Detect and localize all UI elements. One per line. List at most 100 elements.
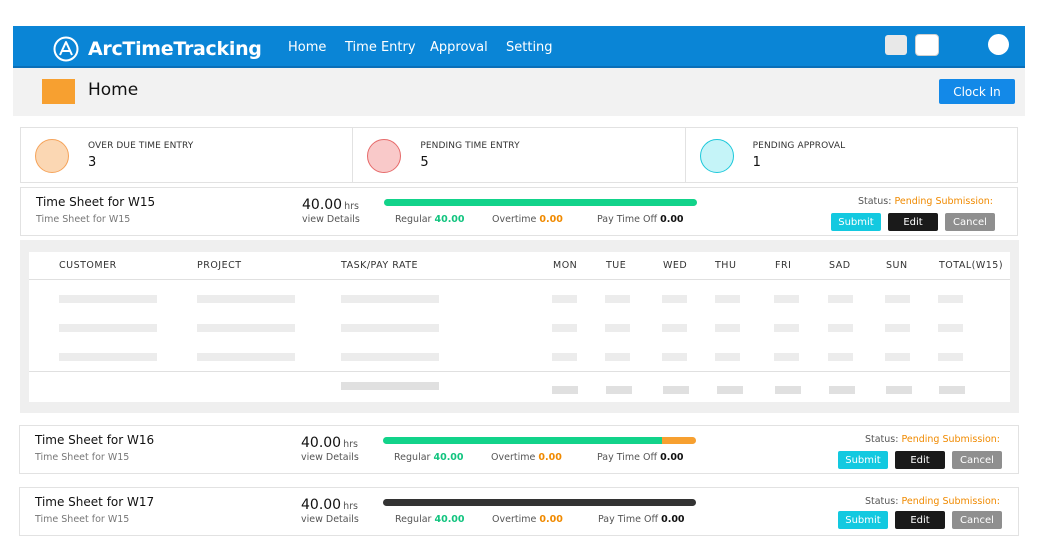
arc-logo-icon[interactable] — [53, 36, 79, 62]
edit-button[interactable]: Edit — [895, 511, 945, 529]
timesheet-title: Time Sheet for W16 — [35, 433, 155, 447]
skeleton-cell — [938, 324, 963, 332]
skeleton-cell — [885, 324, 910, 332]
brand-name[interactable]: ArcTimeTracking — [88, 38, 262, 60]
skeleton-cell — [197, 295, 295, 303]
skeleton-total-cell — [717, 386, 743, 394]
home-icon — [42, 79, 75, 104]
stat-overdue-time-entry[interactable]: OVER DUE TIME ENTRY 3 — [21, 128, 354, 182]
skeleton-total-cell — [552, 386, 578, 394]
column-header-thu: THU — [715, 260, 737, 271]
skeleton-cell — [774, 295, 799, 303]
skeleton-cell — [774, 324, 799, 332]
skeleton-cell — [715, 353, 740, 361]
skeleton-cell — [341, 353, 439, 361]
notification-button[interactable] — [885, 35, 907, 55]
stat-value: 3 — [88, 155, 97, 170]
status-text: Status: Pending Submission: — [864, 434, 1000, 445]
timesheet-hours: 40.00 hrs — [301, 435, 358, 451]
skeleton-cell — [938, 295, 963, 303]
skeleton-cell — [885, 353, 910, 361]
column-header-project: PROJECT — [197, 260, 242, 271]
timesheet-hours: 40.00 hrs — [301, 497, 358, 513]
skeleton-cell — [938, 353, 963, 361]
skeleton-cell — [59, 295, 157, 303]
skeleton-cell — [662, 324, 687, 332]
timesheet-hours: 40.00 hrs — [302, 197, 359, 213]
overtime-hours: Overtime 0.00 — [491, 452, 562, 463]
column-header-tue: TUE — [606, 260, 627, 271]
timesheet-title: Time Sheet for W15 — [36, 195, 156, 209]
skeleton-cell — [662, 353, 687, 361]
skeleton-cell — [715, 324, 740, 332]
pto-hours: Pay Time Off 0.00 — [597, 452, 684, 463]
column-header-wed: WED — [663, 260, 688, 271]
column-header-mon: MON — [553, 260, 578, 271]
skeleton-cell — [885, 295, 910, 303]
nav-home[interactable]: Home — [288, 40, 326, 55]
clock-in-button[interactable]: Clock In — [939, 79, 1015, 104]
timesheet-card-w15: Time Sheet for W15 Time Sheet for W15 40… — [20, 187, 1018, 236]
submit-button[interactable]: Submit — [838, 511, 888, 529]
column-header-fri: FRI — [775, 260, 792, 271]
view-details-link[interactable]: view Details — [302, 214, 360, 225]
hours-progress-bar — [384, 199, 697, 206]
skeleton-cell — [59, 353, 157, 361]
stat-label: PENDING APPROVAL — [752, 141, 846, 151]
edit-button[interactable]: Edit — [888, 213, 938, 231]
pto-hours: Pay Time Off 0.00 — [598, 514, 685, 525]
status-text: Status: Pending Submission: — [857, 196, 993, 207]
stat-label: PENDING TIME ENTRY — [420, 141, 520, 151]
skeleton-cell — [715, 295, 740, 303]
view-details-link[interactable]: view Details — [301, 514, 359, 525]
skeleton-cell — [552, 295, 577, 303]
skeleton-cell — [605, 353, 630, 361]
total-divider — [29, 371, 1010, 372]
cancel-button[interactable]: Cancel — [952, 511, 1002, 529]
skeleton-cell — [605, 295, 630, 303]
submit-button[interactable]: Submit — [831, 213, 881, 231]
skeleton-cell — [341, 324, 439, 332]
skeleton-total-cell — [886, 386, 912, 394]
column-header-total: TOTAL(W15) — [939, 260, 1004, 271]
timesheet-table: CUSTOMER PROJECT TASK/PAY RATE MON TUE W… — [29, 252, 1010, 402]
hours-progress-bar — [383, 499, 696, 506]
stat-value: 5 — [420, 155, 429, 170]
cancel-button[interactable]: Cancel — [945, 213, 995, 231]
view-details-link[interactable]: view Details — [301, 452, 359, 463]
nav-time-entry[interactable]: Time Entry — [345, 40, 416, 55]
nav-setting[interactable]: Setting — [506, 40, 553, 55]
skeleton-cell — [197, 324, 295, 332]
overtime-hours: Overtime 0.00 — [492, 214, 563, 225]
stats-row: OVER DUE TIME ENTRY 3 PENDING TIME ENTRY… — [20, 127, 1018, 183]
column-header-sad: SAD — [829, 260, 851, 271]
skeleton-total-cell — [939, 386, 965, 394]
column-header-customer: CUSTOMER — [59, 260, 117, 271]
page-title: Home — [88, 80, 139, 100]
timesheet-subtitle: Time Sheet for W15 — [36, 214, 131, 225]
approval-circle-icon — [699, 139, 734, 173]
skeleton-total-cell — [341, 382, 439, 390]
timesheet-subtitle: Time Sheet for W15 — [35, 514, 130, 525]
skeleton-cell — [59, 324, 157, 332]
nav-approval[interactable]: Approval — [430, 40, 488, 55]
edit-button[interactable]: Edit — [895, 451, 945, 469]
skeleton-total-cell — [775, 386, 801, 394]
timesheet-detail-panel: CUSTOMER PROJECT TASK/PAY RATE MON TUE W… — [20, 240, 1019, 413]
user-avatar[interactable] — [988, 34, 1009, 55]
stat-pending-time-entry[interactable]: PENDING TIME ENTRY 5 — [353, 128, 686, 182]
submit-button[interactable]: Submit — [838, 451, 888, 469]
skeleton-total-cell — [829, 386, 855, 394]
skeleton-cell — [552, 353, 577, 361]
stat-pending-approval[interactable]: PENDING APPROVAL 1 — [686, 128, 1017, 182]
regular-hours: Regular 40.00 — [395, 514, 465, 525]
timesheet-card-w17: Time Sheet for W17 Time Sheet for W15 40… — [19, 487, 1019, 536]
regular-hours: Regular 40.00 — [394, 452, 464, 463]
skeleton-cell — [828, 295, 853, 303]
timesheet-subtitle: Time Sheet for W15 — [35, 452, 130, 463]
message-button[interactable] — [915, 34, 939, 56]
cancel-button[interactable]: Cancel — [952, 451, 1002, 469]
stat-value: 1 — [752, 155, 761, 170]
page-header: Home Clock In — [13, 68, 1025, 116]
hours-progress-bar — [383, 437, 696, 444]
